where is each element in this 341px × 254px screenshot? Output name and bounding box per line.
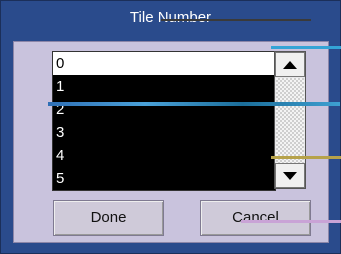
done-button[interactable]: Done xyxy=(53,200,164,236)
scroll-thumb[interactable] xyxy=(276,78,304,166)
glitch-line xyxy=(271,46,341,49)
tile-number-dialog: Tile Number 0 1 2 3 4 5 Done Cancel xyxy=(0,0,341,254)
triangle-up-icon xyxy=(283,60,297,69)
glitch-line xyxy=(241,220,341,223)
list-item[interactable]: 3 xyxy=(53,121,275,144)
list-item[interactable]: 5 xyxy=(53,167,275,190)
scroll-down-button[interactable] xyxy=(275,163,305,188)
cancel-button[interactable]: Cancel xyxy=(200,200,311,236)
triangle-down-icon xyxy=(283,171,297,180)
tile-number-list[interactable]: 0 1 2 3 4 5 xyxy=(52,51,276,191)
dialog-title: Tile Number xyxy=(129,9,212,26)
glitch-line xyxy=(271,156,341,159)
list-item[interactable]: 1 xyxy=(53,75,275,98)
glitch-line xyxy=(161,19,311,21)
list-item[interactable]: 0 xyxy=(53,52,275,75)
list-item[interactable]: 4 xyxy=(53,144,275,167)
glitch-line xyxy=(48,102,340,106)
scroll-up-button[interactable] xyxy=(275,52,305,77)
list-scrollbar[interactable] xyxy=(274,51,306,189)
